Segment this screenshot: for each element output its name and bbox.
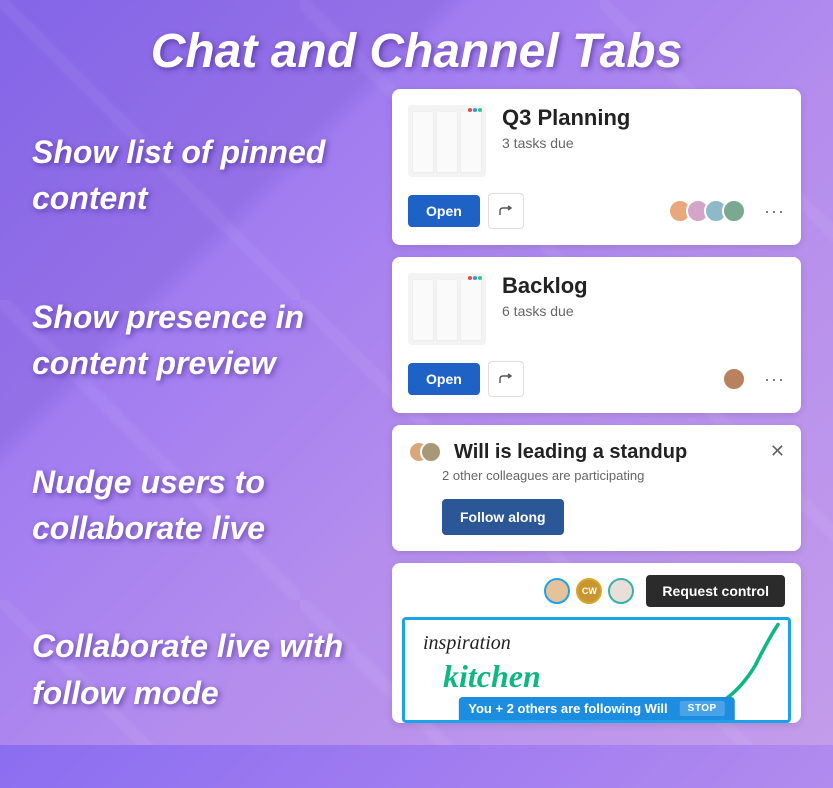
close-icon[interactable]: ✕ [770,441,785,462]
stop-button[interactable]: STOP [680,701,725,716]
board-thumbnail [408,273,486,345]
standup-subtitle: 2 other colleagues are participating [442,468,785,483]
content-card-q3: Q3 Planning 3 tasks due Open ··· [392,89,801,245]
avatar [608,578,634,604]
share-button[interactable] [488,193,524,229]
more-icon[interactable]: ··· [764,201,785,222]
more-icon[interactable]: ··· [764,369,785,390]
request-control-button[interactable]: Request control [646,575,785,607]
open-button[interactable]: Open [408,363,480,395]
open-button[interactable]: Open [408,195,480,227]
standup-avatars [408,441,442,463]
share-button[interactable] [488,361,524,397]
live-presence-avatars[interactable]: CW [544,578,634,604]
follow-status-text: You + 2 others are following Will [468,701,667,716]
feature-list: Show list of pinned content Show presenc… [32,89,392,788]
presence-avatars[interactable] [722,367,746,391]
avatar: CW [576,578,602,604]
feature-item: Nudge users to collaborate live [32,459,392,552]
live-collab-card: CW Request control inspiration kitchen Y… [392,563,801,723]
canvas-text: inspiration [423,632,511,655]
card-subtitle: 6 tasks due [502,303,588,319]
avatar [722,367,746,391]
share-icon [498,203,514,219]
feature-item: Show presence in content preview [32,294,392,387]
card-title: Q3 Planning [502,105,630,131]
content-card-backlog: Backlog 6 tasks due Open ··· [392,257,801,413]
standup-title: Will is leading a standup [454,441,687,464]
share-icon [498,371,514,387]
whiteboard-canvas[interactable]: inspiration kitchen You + 2 others are f… [402,617,791,723]
card-subtitle: 3 tasks due [502,135,630,151]
feature-item: Collaborate live with follow mode [32,623,392,716]
standup-card: Will is leading a standup ✕ 2 other coll… [392,425,801,551]
presence-avatars[interactable] [668,199,746,223]
board-thumbnail [408,105,486,177]
canvas-text: kitchen [443,658,541,695]
avatar [420,441,442,463]
follow-along-button[interactable]: Follow along [442,499,564,535]
feature-item: Show list of pinned content [32,129,392,222]
avatar [722,199,746,223]
card-title: Backlog [502,273,588,299]
follow-status-bar: You + 2 others are following Will STOP [458,697,734,720]
avatar [544,578,570,604]
page-title: Chat and Channel Tabs [0,0,833,89]
